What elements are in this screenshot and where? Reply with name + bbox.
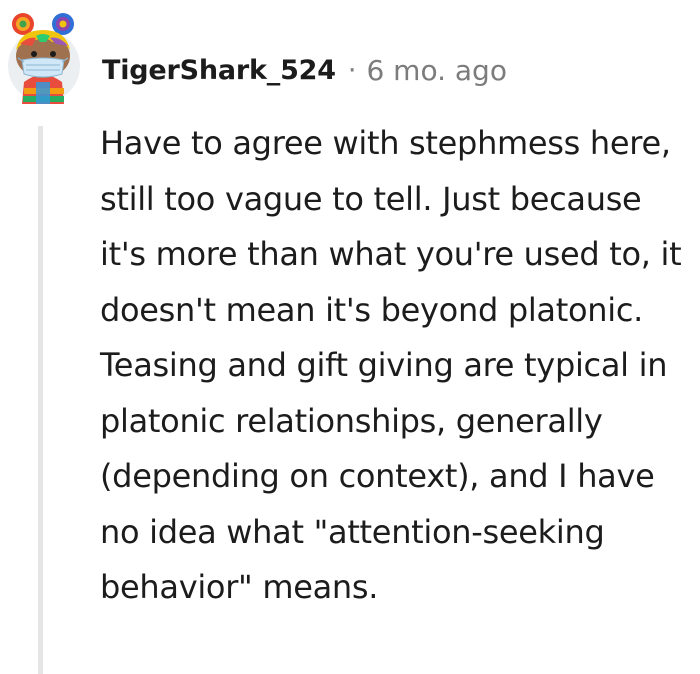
reddit-snoo-avatar-icon bbox=[8, 13, 80, 104]
comment: TigerShark_524 · 6 mo. ago Have to agree… bbox=[0, 0, 700, 674]
comment-header: TigerShark_524 · 6 mo. ago bbox=[102, 50, 507, 90]
thread-collapse-line[interactable] bbox=[38, 126, 43, 674]
username-link[interactable]: TigerShark_524 bbox=[102, 55, 336, 86]
meta-separator: · bbox=[347, 54, 357, 86]
comment-timestamp[interactable]: 6 mo. ago bbox=[366, 54, 507, 87]
avatar[interactable] bbox=[6, 8, 86, 108]
comment-body: Have to agree with stephmess here, still… bbox=[100, 124, 682, 606]
